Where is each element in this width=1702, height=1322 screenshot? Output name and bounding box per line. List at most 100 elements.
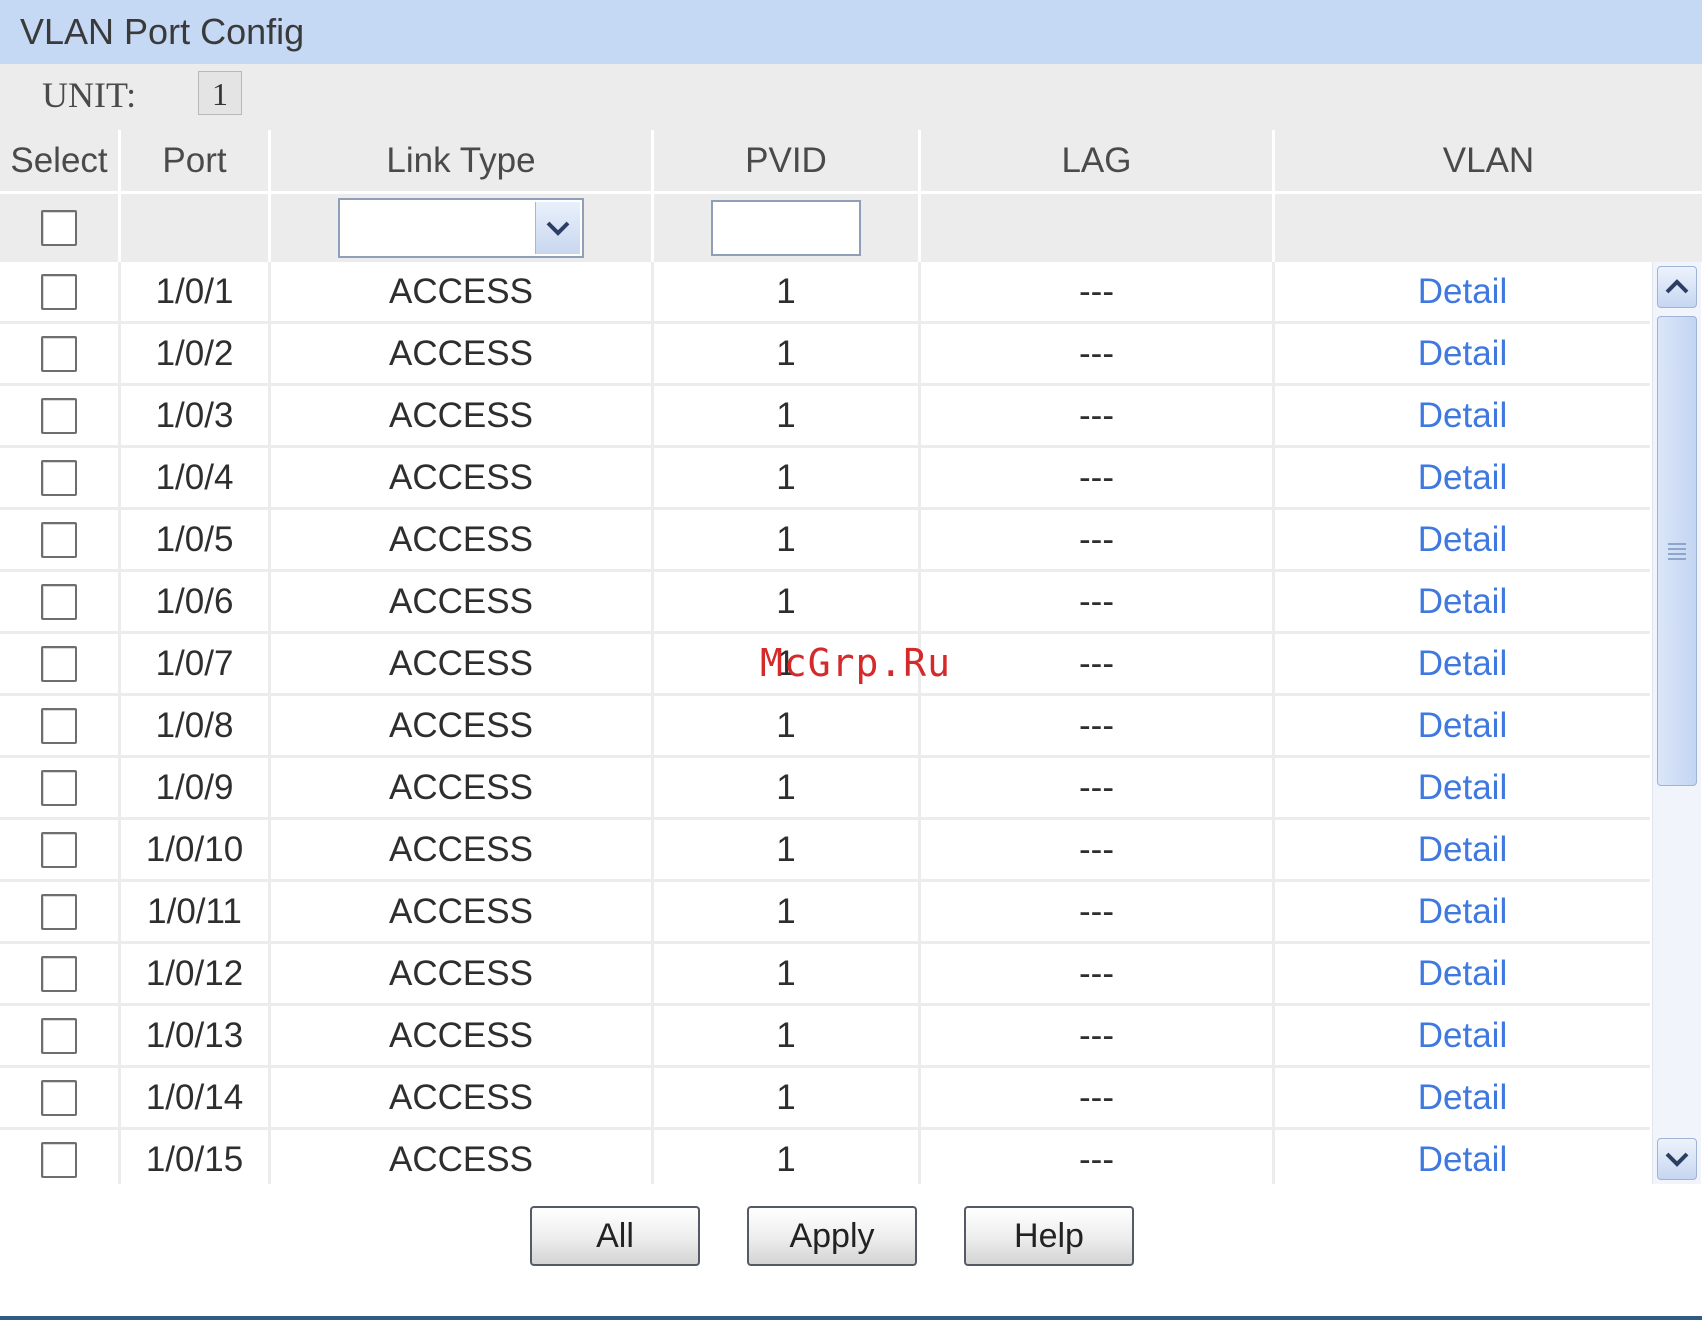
vlan-detail-link[interactable]: Detail — [1418, 334, 1507, 374]
table-row: 1/0/4 ACCESS 1 --- Detail — [0, 448, 1650, 510]
link-type-select[interactable] — [338, 198, 584, 258]
chevron-up-icon[interactable] — [1657, 266, 1697, 308]
scrollbar-thumb[interactable] — [1657, 316, 1697, 786]
vlan-detail-link[interactable]: Detail — [1418, 768, 1507, 808]
vlan-cell: Detail — [1275, 1006, 1650, 1068]
pvid-cell: 1 — [654, 262, 921, 324]
port-filter-cell — [121, 194, 271, 262]
row-checkbox[interactable] — [41, 769, 77, 806]
pvid-cell: 1 — [654, 1006, 921, 1068]
link-type-cell: ACCESS — [271, 944, 654, 1006]
link-type-cell: ACCESS — [271, 758, 654, 820]
link-type-cell: ACCESS — [271, 386, 654, 448]
row-checkbox[interactable] — [41, 1079, 77, 1116]
port-cell: 1/0/9 — [121, 758, 271, 820]
chevron-down-icon[interactable] — [1657, 1138, 1697, 1180]
vlan-detail-link[interactable]: Detail — [1418, 1140, 1507, 1180]
row-select-cell — [0, 696, 121, 758]
pvid-cell: 1 — [654, 758, 921, 820]
pvid-cell: 1 — [654, 882, 921, 944]
vlan-cell: Detail — [1275, 1130, 1650, 1184]
vlan-detail-link[interactable]: Detail — [1418, 892, 1507, 932]
all-button[interactable]: All — [530, 1206, 700, 1266]
vlan-cell: Detail — [1275, 386, 1650, 448]
row-checkbox[interactable] — [41, 893, 77, 930]
link-type-cell: ACCESS — [271, 1130, 654, 1184]
vlan-detail-link[interactable]: Detail — [1418, 458, 1507, 498]
row-checkbox[interactable] — [41, 707, 77, 744]
row-checkbox[interactable] — [41, 583, 77, 620]
vlan-detail-link[interactable]: Detail — [1418, 272, 1507, 312]
vlan-cell: Detail — [1275, 820, 1650, 882]
link-type-cell: ACCESS — [271, 324, 654, 386]
vlan-detail-link[interactable]: Detail — [1418, 830, 1507, 870]
link-type-cell: ACCESS — [271, 820, 654, 882]
vlan-cell: Detail — [1275, 324, 1650, 386]
port-cell: 1/0/4 — [121, 448, 271, 510]
action-bar: All Apply Help — [0, 1206, 1702, 1270]
pvid-input[interactable] — [711, 200, 861, 256]
row-checkbox[interactable] — [41, 521, 77, 558]
row-select-cell — [0, 324, 121, 386]
select-all-checkbox[interactable] — [41, 210, 77, 246]
link-type-cell: ACCESS — [271, 262, 654, 324]
vlan-detail-link[interactable]: Detail — [1418, 582, 1507, 622]
row-checkbox[interactable] — [41, 273, 77, 310]
lag-cell: --- — [921, 1006, 1275, 1068]
pvid-cell: 1 — [654, 510, 921, 572]
page-title: VLAN Port Config — [20, 11, 305, 52]
row-checkbox[interactable] — [41, 1017, 77, 1054]
pvid-cell: 1 — [654, 696, 921, 758]
table-row: 1/0/10 ACCESS 1 --- Detail — [0, 820, 1650, 882]
help-button[interactable]: Help — [964, 1206, 1134, 1266]
vlan-detail-link[interactable]: Detail — [1418, 954, 1507, 994]
row-select-cell — [0, 1130, 121, 1184]
row-checkbox[interactable] — [41, 955, 77, 992]
port-cell: 1/0/1 — [121, 262, 271, 324]
lag-cell: --- — [921, 758, 1275, 820]
vlan-cell: Detail — [1275, 1068, 1650, 1130]
pvid-cell: 1 — [654, 820, 921, 882]
port-cell: 1/0/12 — [121, 944, 271, 1006]
chevron-down-icon[interactable] — [535, 202, 580, 254]
table-scrollbar[interactable] — [1652, 262, 1701, 1184]
unit-row: UNIT: 1 — [0, 64, 1702, 130]
table-row: 1/0/8 ACCESS 1 --- Detail — [0, 696, 1650, 758]
row-checkbox[interactable] — [41, 335, 77, 372]
vlan-detail-link[interactable]: Detail — [1418, 1078, 1507, 1118]
port-cell: 1/0/11 — [121, 882, 271, 944]
row-checkbox[interactable] — [41, 831, 77, 868]
port-cell: 1/0/8 — [121, 696, 271, 758]
vlan-filter-cell — [1275, 194, 1702, 262]
table-row: 1/0/14 ACCESS 1 --- Detail — [0, 1068, 1650, 1130]
row-checkbox[interactable] — [41, 459, 77, 496]
row-checkbox[interactable] — [41, 645, 77, 682]
lag-cell: --- — [921, 1068, 1275, 1130]
lag-cell: --- — [921, 386, 1275, 448]
lag-cell: --- — [921, 882, 1275, 944]
column-header-select: Select — [0, 130, 121, 194]
lag-cell: --- — [921, 634, 1275, 696]
vlan-cell: Detail — [1275, 758, 1650, 820]
pvid-cell: 1 — [654, 386, 921, 448]
row-select-cell — [0, 1068, 121, 1130]
vlan-cell: Detail — [1275, 696, 1650, 758]
vlan-detail-link[interactable]: Detail — [1418, 644, 1507, 684]
vlan-detail-link[interactable]: Detail — [1418, 396, 1507, 436]
lag-cell: --- — [921, 696, 1275, 758]
vlan-cell: Detail — [1275, 510, 1650, 572]
vlan-detail-link[interactable]: Detail — [1418, 706, 1507, 746]
link-type-cell: ACCESS — [271, 448, 654, 510]
unit-button[interactable]: 1 — [198, 71, 242, 115]
vlan-detail-link[interactable]: Detail — [1418, 520, 1507, 560]
vlan-cell: Detail — [1275, 944, 1650, 1006]
port-cell: 1/0/7 — [121, 634, 271, 696]
row-checkbox[interactable] — [41, 1141, 77, 1178]
row-select-cell — [0, 1006, 121, 1068]
port-cell: 1/0/14 — [121, 1068, 271, 1130]
port-table-body: 1/0/1 ACCESS 1 --- Detail 1/0/2 ACCESS 1… — [0, 262, 1702, 1184]
vlan-detail-link[interactable]: Detail — [1418, 1016, 1507, 1056]
row-checkbox[interactable] — [41, 397, 77, 434]
apply-button[interactable]: Apply — [747, 1206, 917, 1266]
pvid-cell: 1 — [654, 572, 921, 634]
